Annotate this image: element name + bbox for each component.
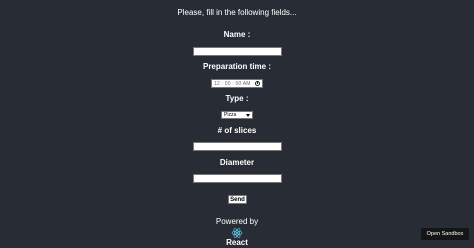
type-select[interactable]: Pizza: [221, 111, 253, 119]
form-intro: Please, fill in the following fields...: [177, 8, 297, 17]
react-logo-icon: [231, 226, 243, 238]
open-sandbox-button[interactable]: Open Sandbox: [421, 228, 469, 240]
react-label: React: [226, 238, 248, 247]
slices-input[interactable]: [193, 142, 282, 151]
clock-icon[interactable]: [255, 81, 260, 86]
name-input[interactable]: [193, 47, 282, 56]
preparation-time-value: 12 : 00 : 00 AM: [214, 80, 251, 87]
type-select-value: Pizza: [224, 112, 237, 118]
chevron-down-icon: [246, 113, 250, 117]
diameter-label: Diameter: [219, 158, 255, 167]
preparation-time-label: Preparation time :: [202, 62, 271, 71]
diameter-input[interactable]: [193, 174, 282, 183]
type-label: Type :: [225, 94, 249, 103]
name-label: Name :: [223, 30, 251, 39]
preparation-time-input[interactable]: 12 : 00 : 00 AM: [211, 79, 263, 88]
app-page: Please, fill in the following fields... …: [0, 0, 474, 248]
slices-label: # of slices: [217, 126, 257, 135]
send-button[interactable]: Send: [228, 195, 247, 204]
